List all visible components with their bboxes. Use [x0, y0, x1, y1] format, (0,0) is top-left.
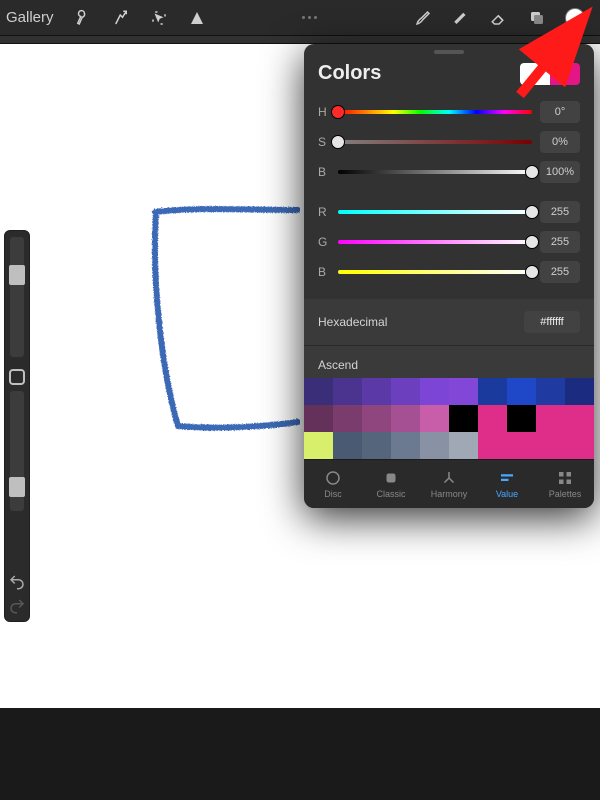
layers-icon[interactable] — [522, 3, 552, 33]
tab-disc[interactable]: Disc — [304, 460, 362, 508]
sat-value[interactable]: 0% — [540, 131, 580, 153]
palette-swatch[interactable] — [449, 405, 478, 432]
sat-slider[interactable] — [338, 140, 532, 144]
eraser-icon[interactable] — [484, 3, 514, 33]
palette-swatch[interactable] — [362, 432, 391, 459]
palette-swatch[interactable] — [507, 432, 536, 459]
bottom-bar — [0, 708, 600, 800]
hex-row: Hexadecimal #ffffff — [304, 299, 594, 345]
actions-icon[interactable] — [68, 3, 98, 33]
brt-label: B — [318, 165, 330, 179]
hex-value[interactable]: #ffffff — [524, 311, 580, 333]
palette-swatch[interactable] — [565, 405, 594, 432]
tab-classic[interactable]: Classic — [362, 460, 420, 508]
palette-swatch[interactable] — [536, 405, 565, 432]
r-label: R — [318, 205, 330, 219]
g-value[interactable]: 255 — [540, 231, 580, 253]
hex-label: Hexadecimal — [318, 315, 387, 329]
sat-label: S — [318, 135, 330, 149]
palette-swatch[interactable] — [333, 378, 362, 405]
palette-swatch[interactable] — [507, 405, 536, 432]
palette-swatch[interactable] — [304, 405, 333, 432]
palette-swatch[interactable] — [565, 432, 594, 459]
gallery-button[interactable]: Gallery — [6, 9, 54, 26]
b-slider[interactable] — [338, 270, 532, 274]
palette-name[interactable]: Ascend — [304, 345, 594, 378]
palette-swatch[interactable] — [449, 432, 478, 459]
r-slider[interactable] — [338, 210, 532, 214]
r-value[interactable]: 255 — [540, 201, 580, 223]
tab-harmony[interactable]: Harmony — [420, 460, 478, 508]
adjustments-icon[interactable] — [106, 3, 136, 33]
palette-swatch[interactable] — [449, 378, 478, 405]
color-previous — [550, 63, 580, 85]
palette-swatch[interactable] — [304, 378, 333, 405]
colors-panel: Colors H 0° S 0% B 100% — [304, 44, 594, 508]
redo-icon[interactable] — [8, 597, 26, 615]
palette-swatch[interactable] — [391, 405, 420, 432]
panel-grabber[interactable] — [434, 50, 464, 54]
palette-swatch[interactable] — [536, 432, 565, 459]
palette-swatch[interactable] — [565, 378, 594, 405]
app-root: Gallery Colors — [0, 0, 600, 800]
modify-button[interactable] — [9, 369, 25, 385]
top-toolbar: Gallery — [0, 0, 600, 36]
brush-icon[interactable] — [408, 3, 438, 33]
color-button[interactable] — [560, 3, 590, 33]
palette-swatch[interactable] — [420, 378, 449, 405]
palette-swatch[interactable] — [478, 405, 507, 432]
brush-opacity-slider[interactable] — [10, 391, 24, 511]
palette-swatch[interactable] — [333, 405, 362, 432]
palette-swatch[interactable] — [420, 432, 449, 459]
brush-size-slider[interactable] — [10, 237, 24, 357]
g-slider[interactable] — [338, 240, 532, 244]
hue-slider[interactable] — [338, 110, 532, 114]
color-current — [520, 63, 550, 85]
panel-tabs: Disc Classic Harmony Value Palettes — [304, 459, 594, 508]
palette-swatch[interactable] — [391, 378, 420, 405]
palette-swatch[interactable] — [304, 432, 333, 459]
palette-swatch[interactable] — [478, 378, 507, 405]
tab-value[interactable]: Value — [478, 460, 536, 508]
hue-label: H — [318, 105, 330, 119]
smudge-icon[interactable] — [446, 3, 476, 33]
b-value[interactable]: 255 — [540, 261, 580, 283]
palette-swatch[interactable] — [391, 432, 420, 459]
g-label: G — [318, 235, 330, 249]
transform-icon[interactable] — [182, 3, 212, 33]
brt-slider[interactable] — [338, 170, 532, 174]
palette-swatch[interactable] — [478, 432, 507, 459]
canvas-drawing — [150, 204, 300, 434]
ruler — [0, 36, 600, 44]
selection-icon[interactable] — [144, 3, 174, 33]
b-label: B — [318, 265, 330, 279]
palette-swatch[interactable] — [507, 378, 536, 405]
more-icon[interactable] — [295, 16, 325, 19]
palette-swatch[interactable] — [420, 405, 449, 432]
palette-swatch[interactable] — [536, 378, 565, 405]
palette-swatch[interactable] — [362, 378, 391, 405]
left-sidebar — [4, 230, 30, 622]
palette-swatch[interactable] — [362, 405, 391, 432]
undo-icon[interactable] — [8, 573, 26, 591]
hue-value[interactable]: 0° — [540, 101, 580, 123]
palette-swatch[interactable] — [333, 432, 362, 459]
panel-title: Colors — [318, 62, 381, 85]
current-color-icon — [565, 8, 585, 28]
color-compare-chip[interactable] — [520, 63, 580, 85]
tab-palettes[interactable]: Palettes — [536, 460, 594, 508]
brt-value[interactable]: 100% — [540, 161, 580, 183]
palette-grid — [304, 378, 594, 459]
